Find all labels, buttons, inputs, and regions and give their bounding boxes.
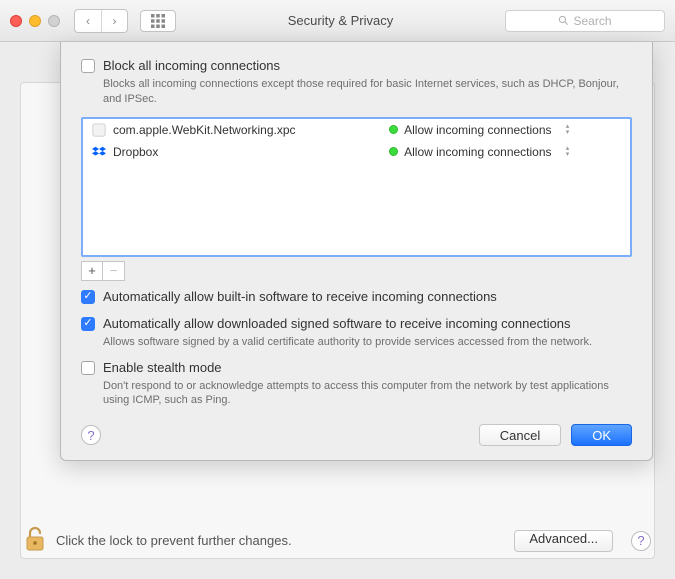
ok-button[interactable]: OK [571, 424, 632, 446]
remove-app-button[interactable]: − [103, 261, 125, 281]
auto-builtin-checkbox[interactable] [81, 290, 95, 304]
block-all-description: Blocks all incoming connections except t… [103, 77, 632, 107]
block-all-checkbox[interactable] [81, 59, 95, 73]
back-button[interactable]: ‹ [75, 10, 101, 32]
search-icon [558, 15, 569, 26]
nav-buttons: ‹ › [74, 9, 128, 33]
block-all-label: Block all incoming connections [103, 58, 280, 73]
status-allow-icon [389, 125, 398, 134]
app-status-label: Allow incoming connections [404, 145, 551, 159]
stealth-description: Don't respond to or acknowledge attempts… [103, 379, 632, 409]
app-status-selector[interactable]: Allow incoming connections ▴▾ [389, 123, 622, 137]
traffic-lights [10, 15, 60, 27]
help-icon: ? [87, 428, 94, 443]
search-input[interactable]: Search [505, 10, 665, 32]
app-status-label: Allow incoming connections [404, 123, 551, 137]
show-all-button[interactable] [140, 10, 176, 32]
app-dropbox-icon [91, 144, 107, 160]
add-app-button[interactable]: + [81, 261, 103, 281]
auto-builtin-label: Automatically allow built-in software to… [103, 289, 497, 304]
close-window-icon[interactable] [10, 15, 22, 27]
list-item[interactable]: Dropbox Allow incoming connections ▴▾ [83, 141, 630, 163]
app-generic-icon [91, 122, 107, 138]
lock-text: Click the lock to prevent further change… [56, 533, 292, 548]
grid-icon [151, 14, 165, 28]
cancel-button[interactable]: Cancel [479, 424, 561, 446]
stealth-label: Enable stealth mode [103, 360, 222, 375]
lock-open-icon [24, 526, 46, 552]
advanced-button[interactable]: Advanced... [514, 530, 613, 552]
auto-signed-label: Automatically allow downloaded signed so… [103, 316, 571, 331]
chevron-right-icon: › [113, 14, 117, 28]
apps-list[interactable]: com.apple.WebKit.Networking.xpc Allow in… [81, 117, 632, 257]
app-status-selector[interactable]: Allow incoming connections ▴▾ [389, 145, 622, 159]
minimize-window-icon[interactable] [29, 15, 41, 27]
help-button[interactable]: ? [81, 425, 101, 445]
window-titlebar: ‹ › Security & Privacy Search [0, 0, 675, 42]
panel-footer: Click the lock to prevent further change… [24, 526, 651, 555]
stealth-checkbox[interactable] [81, 361, 95, 375]
minus-icon: − [110, 263, 118, 278]
auto-signed-checkbox[interactable] [81, 317, 95, 331]
status-allow-icon [389, 147, 398, 156]
add-remove-controls: + − [81, 261, 632, 281]
help-button[interactable]: ? [631, 531, 651, 551]
auto-signed-description: Allows software signed by a valid certif… [103, 335, 632, 350]
app-name: com.apple.WebKit.Networking.xpc [113, 123, 389, 137]
stepper-icon: ▴▾ [562, 124, 574, 136]
plus-icon: + [88, 263, 96, 278]
window-title: Security & Privacy [184, 13, 497, 28]
zoom-window-icon [48, 15, 60, 27]
search-placeholder: Search [573, 14, 611, 28]
help-icon: ? [637, 533, 644, 548]
app-name: Dropbox [113, 145, 389, 159]
stepper-icon: ▴▾ [562, 146, 574, 158]
list-item[interactable]: com.apple.WebKit.Networking.xpc Allow in… [83, 119, 630, 141]
chevron-left-icon: ‹ [86, 14, 90, 28]
firewall-options-sheet: Block all incoming connections Blocks al… [60, 42, 653, 461]
forward-button[interactable]: › [101, 10, 127, 32]
lock-button[interactable] [24, 526, 46, 555]
